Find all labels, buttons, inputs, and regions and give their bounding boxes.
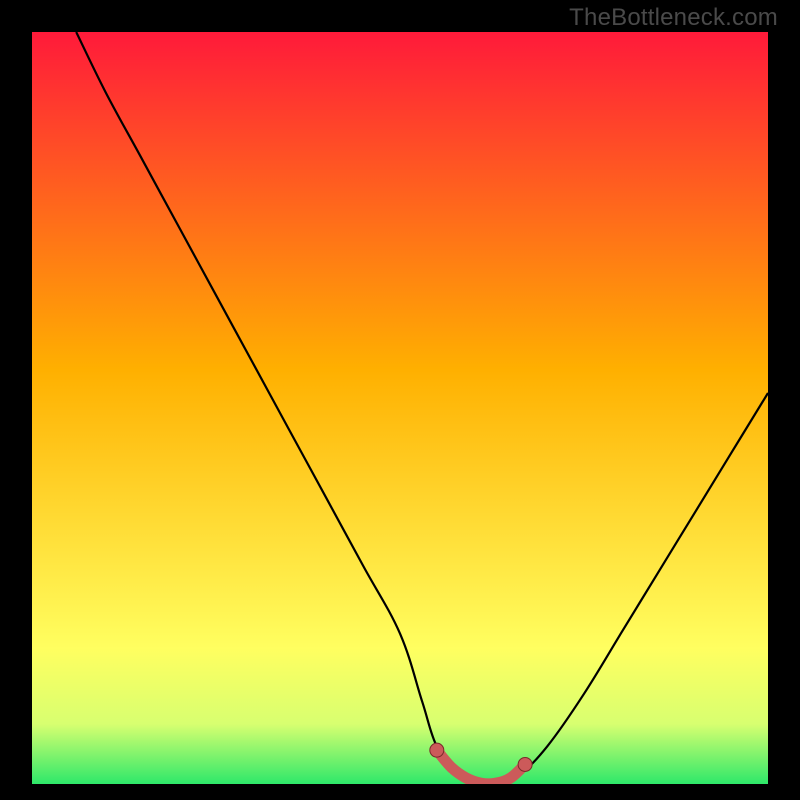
optimal-range-end-dot [518,757,532,771]
plot-area [32,32,768,784]
attribution-label: TheBottleneck.com [569,4,778,32]
chart-frame: TheBottleneck.com [0,0,800,800]
gradient-background [32,32,768,784]
optimal-range-start-dot [430,743,444,757]
bottleneck-chart [32,32,768,784]
